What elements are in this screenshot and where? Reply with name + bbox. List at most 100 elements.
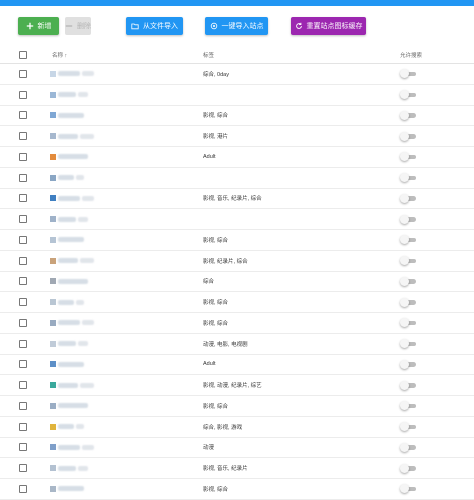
- row-checkbox[interactable]: [19, 173, 27, 182]
- row-checkbox[interactable]: [19, 69, 27, 78]
- site-name-cell: [50, 402, 88, 409]
- redacted-site-name: [82, 195, 94, 201]
- site-tags: 影视, 综合: [203, 320, 229, 327]
- column-header-name[interactable]: 名称 ↑: [52, 51, 67, 59]
- redacted-site-name: [80, 258, 94, 264]
- import-from-file-button[interactable]: 从文件导入: [126, 17, 183, 35]
- table-row[interactable]: Adult: [0, 355, 474, 376]
- allow-search-toggle[interactable]: [400, 422, 417, 432]
- table-row[interactable]: [0, 209, 474, 230]
- table-row[interactable]: 动漫: [0, 438, 474, 459]
- table-row[interactable]: 动漫, 电影, 电视剧: [0, 334, 474, 355]
- site-tags: 影视, 港片: [203, 134, 229, 141]
- allow-search-toggle[interactable]: [400, 297, 417, 307]
- site-name-cell: [50, 278, 88, 285]
- allow-search-toggle[interactable]: [400, 152, 417, 162]
- table-row[interactable]: 影视, 综合: [0, 230, 474, 251]
- allow-search-toggle[interactable]: [400, 110, 417, 120]
- allow-search-toggle[interactable]: [400, 173, 417, 183]
- redacted-site-name: [78, 341, 88, 347]
- target-icon: [210, 22, 217, 30]
- site-name-cell: [50, 340, 88, 347]
- table-row[interactable]: 影视, 综合: [0, 313, 474, 334]
- allow-search-toggle[interactable]: [400, 214, 417, 224]
- row-checkbox[interactable]: [19, 152, 27, 161]
- table-row[interactable]: 影视, 动漫, 纪录片, 综艺: [0, 375, 474, 396]
- allow-search-toggle[interactable]: [400, 256, 417, 266]
- allow-search-toggle[interactable]: [400, 193, 417, 203]
- row-checkbox[interactable]: [19, 277, 27, 286]
- redacted-site-name: [76, 175, 84, 181]
- row-checkbox[interactable]: [19, 132, 27, 141]
- row-checkbox[interactable]: [19, 298, 27, 307]
- select-all-checkbox[interactable]: [19, 51, 27, 59]
- allow-search-toggle[interactable]: [400, 380, 417, 390]
- one-click-import-button[interactable]: 一键导入站点: [205, 17, 268, 35]
- import-from-file-label: 从文件导入: [143, 23, 178, 30]
- table-row[interactable]: 影视, 音乐, 纪录片: [0, 458, 474, 479]
- site-name-cell: [50, 361, 84, 368]
- redacted-site-name: [58, 195, 80, 201]
- site-name-cell: [50, 153, 88, 160]
- allow-search-toggle[interactable]: [400, 318, 417, 328]
- site-tags: 动漫, 电影, 电视剧: [203, 341, 248, 348]
- toggle-knob: [400, 359, 409, 369]
- redacted-site-name: [80, 133, 94, 139]
- allow-search-toggle[interactable]: [400, 484, 417, 494]
- allow-search-toggle[interactable]: [400, 359, 417, 369]
- redacted-site-name: [58, 278, 88, 284]
- redacted-site-name: [80, 382, 94, 388]
- table-row[interactable]: 综合: [0, 272, 474, 293]
- row-checkbox[interactable]: [19, 484, 27, 493]
- allow-search-toggle[interactable]: [400, 339, 417, 349]
- row-checkbox[interactable]: [19, 318, 27, 327]
- row-checkbox[interactable]: [19, 111, 27, 120]
- row-checkbox[interactable]: [19, 360, 27, 369]
- table-header: 名称 ↑ 标签 允许搜索: [0, 46, 474, 64]
- table-body: 综合, 0day 影视, 综合 影视, 港片 Adult 影视, 音乐, 纪录片, 综合…: [0, 64, 474, 500]
- row-checkbox[interactable]: [19, 235, 27, 244]
- add-button[interactable]: 新增: [18, 17, 59, 35]
- allow-search-toggle[interactable]: [400, 442, 417, 452]
- reset-icon-cache-button[interactable]: 重置站点图标缓存: [291, 17, 366, 35]
- table-row[interactable]: 影视, 综合: [0, 479, 474, 500]
- allow-search-toggle[interactable]: [400, 90, 417, 100]
- redacted-site-name: [58, 216, 76, 222]
- row-checkbox[interactable]: [19, 90, 27, 99]
- table-row[interactable]: 影视, 音乐, 纪录片, 综合: [0, 189, 474, 210]
- row-checkbox[interactable]: [19, 256, 27, 265]
- row-checkbox[interactable]: [19, 339, 27, 348]
- table-row[interactable]: 影视, 综合: [0, 396, 474, 417]
- table-row[interactable]: 影视, 纪录片, 综合: [0, 251, 474, 272]
- row-checkbox[interactable]: [19, 443, 27, 452]
- table-row[interactable]: 影视, 综合: [0, 292, 474, 313]
- table-row[interactable]: [0, 85, 474, 106]
- table-row[interactable]: Adult: [0, 147, 474, 168]
- allow-search-toggle[interactable]: [400, 69, 417, 79]
- allow-search-toggle[interactable]: [400, 276, 417, 286]
- redacted-site-name: [82, 444, 94, 450]
- minus-icon: [65, 25, 73, 27]
- row-checkbox[interactable]: [19, 401, 27, 410]
- row-checkbox[interactable]: [19, 381, 27, 390]
- site-tags: 影视, 综合: [203, 403, 229, 410]
- allow-search-toggle[interactable]: [400, 235, 417, 245]
- table-row[interactable]: 综合, 0day: [0, 64, 474, 85]
- delete-button[interactable]: 删除: [65, 17, 91, 35]
- row-checkbox[interactable]: [19, 422, 27, 431]
- table-row[interactable]: 综合, 影视, 游戏: [0, 417, 474, 438]
- allow-search-toggle[interactable]: [400, 401, 417, 411]
- site-logo-icon: [50, 340, 56, 347]
- table-row[interactable]: 影视, 港片: [0, 126, 474, 147]
- site-tags: 影视, 综合: [203, 300, 229, 307]
- row-checkbox[interactable]: [19, 464, 27, 473]
- row-checkbox[interactable]: [19, 194, 27, 203]
- table-row[interactable]: [0, 168, 474, 189]
- allow-search-toggle[interactable]: [400, 131, 417, 141]
- row-checkbox[interactable]: [19, 215, 27, 224]
- site-logo-icon: [50, 361, 56, 368]
- reset-icon-cache-label: 重置站点图标缓存: [306, 23, 363, 30]
- allow-search-toggle[interactable]: [400, 463, 417, 473]
- table-row[interactable]: 影视, 综合: [0, 106, 474, 127]
- toolbar: 新增 删除 从文件导入 一键导入站点 重置站点图标缓存: [0, 6, 474, 46]
